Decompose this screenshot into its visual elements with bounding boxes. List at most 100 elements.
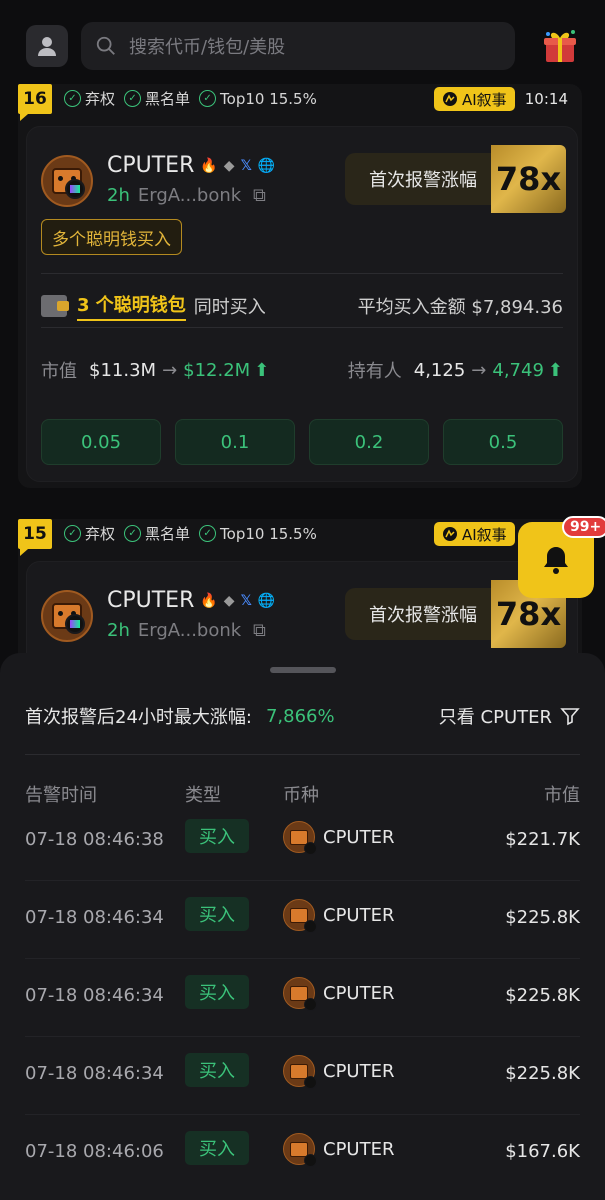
- table-row[interactable]: 07-18 08:46:34 买入 CPUTER $225.8K: [25, 1037, 580, 1115]
- token-address: ErgA...bonk: [137, 620, 242, 641]
- check-item: ✓ Top10 15.5%: [199, 90, 317, 108]
- copy-icon[interactable]: ⧉: [253, 620, 266, 641]
- row-market-cap: $225.8K: [505, 1063, 580, 1084]
- check-icon: ✓: [199, 90, 217, 107]
- check-item: ✓ 黑名单: [124, 523, 190, 544]
- divider: [41, 327, 563, 328]
- row-type-badge: 买入: [185, 897, 249, 931]
- check-list: ✓ 弃权 ✓ 黑名单 ✓ Top10 15.5%: [64, 523, 317, 544]
- first-alert-gain-label: 首次报警涨幅: [345, 153, 501, 205]
- x-icon[interactable]: 𝕏: [241, 158, 252, 174]
- holders-from: 4,125: [413, 359, 466, 381]
- row-type-badge: 买入: [185, 819, 249, 853]
- max-gain-value: 7,866%: [265, 705, 335, 727]
- x-icon[interactable]: 𝕏: [241, 593, 252, 609]
- gift-button[interactable]: [540, 26, 580, 66]
- sheet-drag-handle[interactable]: [270, 667, 336, 673]
- table-row[interactable]: 07-18 08:46:34 买入 CPUTER $225.8K: [25, 881, 580, 959]
- row-market-cap: $225.8K: [505, 985, 580, 1006]
- row-time: 07-18 08:46:06: [25, 1141, 164, 1162]
- ai-icon: [443, 527, 457, 541]
- alert-time: 10:14: [524, 90, 568, 108]
- arrow-right-icon: →: [162, 359, 178, 381]
- row-coin: CPUTER: [283, 1133, 394, 1167]
- token-avatar: [283, 1055, 317, 1089]
- divider: [25, 754, 580, 755]
- token-name: CPUTER: [107, 588, 195, 613]
- buy-button-0-5[interactable]: 0.5: [443, 419, 563, 465]
- market-cap-to: $12.2M: [183, 359, 251, 381]
- rank-badge: 15: [18, 519, 52, 556]
- row-coin: CPUTER: [283, 899, 394, 933]
- buy-button-0-1[interactable]: 0.1: [175, 419, 295, 465]
- row-type-badge: 买入: [185, 1131, 249, 1165]
- ai-icon: [443, 92, 457, 106]
- token-avatar: [283, 821, 317, 855]
- token-age: 2h: [107, 620, 130, 641]
- fire-icon: 🔥: [200, 592, 218, 609]
- token-panel: CPUTER 🔥 ◆ 𝕏 🌐 2h ErgA...bonk ⧉ 多个聪明钱买入 首…: [26, 126, 578, 482]
- token-avatar: [283, 899, 317, 933]
- solana-icon: [65, 614, 85, 634]
- solana-icon: [65, 179, 85, 199]
- globe-icon[interactable]: 🌐: [258, 593, 275, 609]
- filter-icon: [560, 708, 580, 726]
- profile-button[interactable]: [26, 25, 68, 67]
- check-icon: ✓: [64, 525, 81, 542]
- token-avatar: [283, 1133, 317, 1167]
- robot-icon: ◆: [223, 592, 235, 609]
- check-item: ✓ 黑名单: [124, 88, 190, 109]
- buy-button-0-05[interactable]: 0.05: [41, 419, 161, 465]
- alert-card[interactable]: 16 ✓ 弃权 ✓ 黑名单 ✓ Top10 15.5% AI叙事 10:14 CPUT…: [18, 84, 582, 488]
- stats-row: 市值 $11.3M → $12.2M ⬆ 持有人 4,125 → 4,749 ⬆: [41, 357, 563, 383]
- buy-button-0-2[interactable]: 0.2: [309, 419, 429, 465]
- holders-label: 持有人: [347, 361, 402, 382]
- row-type-badge: 买入: [185, 975, 249, 1009]
- table-row[interactable]: 07-18 08:46:34 买入 CPUTER $225.8K: [25, 959, 580, 1037]
- ai-narrative-badge[interactable]: AI叙事: [434, 87, 515, 111]
- check-item: ✓ 弃权: [64, 523, 115, 544]
- smart-money-tag: 多个聪明钱买入: [41, 219, 182, 255]
- divider: [41, 273, 563, 274]
- table-row[interactable]: 07-18 08:46:06 买入 CPUTER $167.6K: [25, 1115, 580, 1193]
- token-meta: 2h ErgA...bonk ⧉: [107, 185, 266, 206]
- token-name: CPUTER: [107, 153, 195, 178]
- alert-card[interactable]: 15 ✓ 弃权 ✓ 黑名单 ✓ Top10 15.5% AI叙事 CPUTER 🔥 ◆…: [18, 519, 582, 681]
- token-avatar: [283, 977, 317, 1011]
- wallet-icon: [41, 295, 69, 317]
- gain-multiplier: 78x: [491, 145, 566, 213]
- market-cap-from: $11.3M: [89, 359, 157, 381]
- user-icon: [38, 37, 56, 56]
- filter-button[interactable]: 只看 CPUTER: [439, 703, 580, 729]
- check-icon: ✓: [199, 525, 217, 542]
- row-coin: CPUTER: [283, 1055, 394, 1089]
- row-market-cap: $221.7K: [505, 829, 580, 850]
- check-icon: ✓: [124, 90, 142, 107]
- check-item: ✓ Top10 15.5%: [199, 525, 317, 543]
- rank-badge: 16: [18, 84, 52, 121]
- arrow-right-icon: →: [471, 359, 487, 381]
- table-row[interactable]: 07-18 08:46:38 买入 CPUTER $221.7K: [25, 803, 580, 881]
- alert-history-sheet: 首次报警后24小时最大涨幅: 7,866% 只看 CPUTER 告警时间 类型 …: [0, 653, 605, 1200]
- robot-icon: ◆: [223, 157, 235, 174]
- search-input[interactable]: 搜索代币/钱包/美股: [81, 22, 515, 70]
- bell-icon: [544, 547, 568, 574]
- top-bar: 搜索代币/钱包/美股: [0, 0, 605, 82]
- row-type-badge: 买入: [185, 1053, 249, 1087]
- token-meta: 2h ErgA...bonk ⧉: [107, 620, 266, 641]
- row-coin: CPUTER: [283, 821, 394, 855]
- smart-wallet-count[interactable]: 3 个聪明钱包: [77, 291, 186, 321]
- globe-icon[interactable]: 🌐: [258, 158, 275, 174]
- sheet-header: 首次报警后24小时最大涨幅: 7,866% 只看 CPUTER: [25, 703, 580, 729]
- row-coin: CPUTER: [283, 977, 394, 1011]
- ai-narrative-badge[interactable]: AI叙事: [434, 522, 515, 546]
- row-market-cap: $225.8K: [505, 907, 580, 928]
- notification-count-badge: 99+: [562, 516, 605, 538]
- copy-icon[interactable]: ⧉: [253, 185, 266, 206]
- row-time: 07-18 08:46:34: [25, 985, 164, 1006]
- row-time: 07-18 08:46:38: [25, 829, 164, 850]
- holders-to: 4,749: [492, 359, 544, 381]
- row-time: 07-18 08:46:34: [25, 1063, 164, 1084]
- max-gain-label: 首次报警后24小时最大涨幅:: [25, 707, 252, 728]
- market-cap-label: 市值: [41, 361, 77, 382]
